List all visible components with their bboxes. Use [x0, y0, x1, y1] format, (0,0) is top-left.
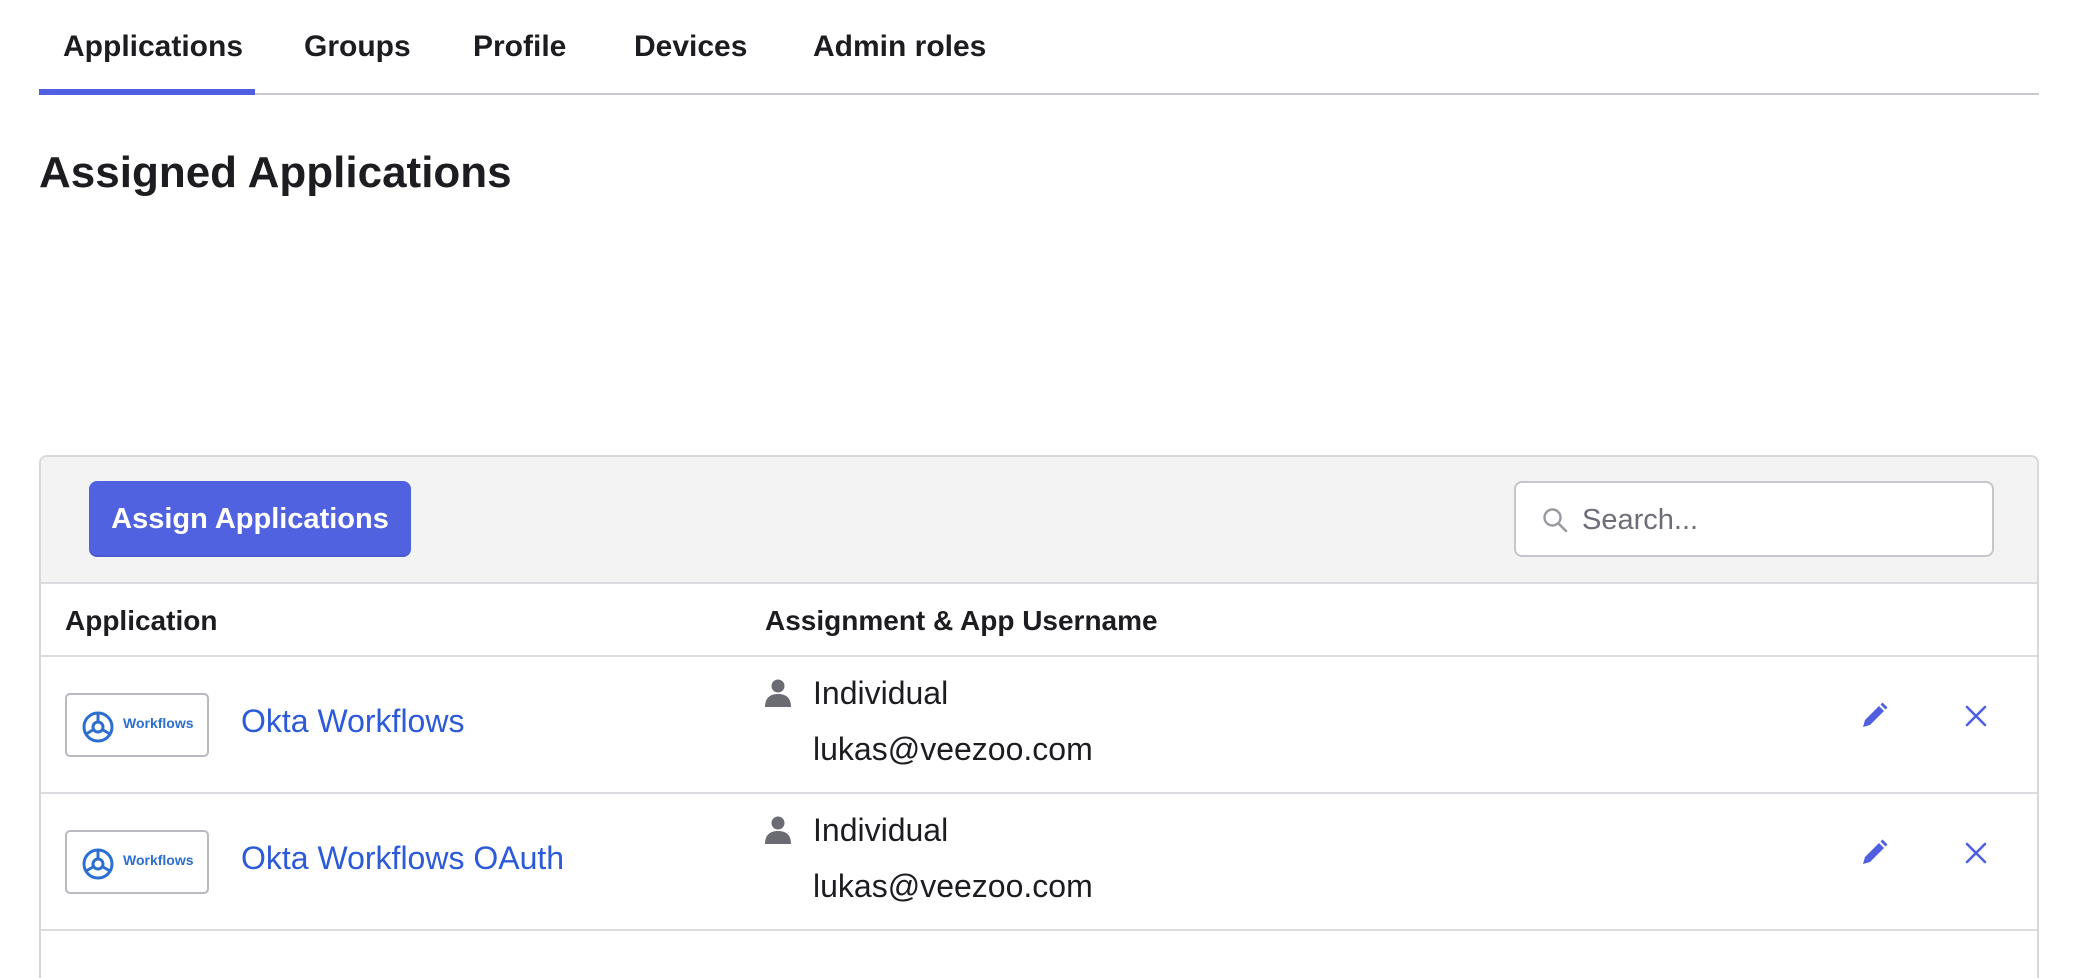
page-title: Assigned Applications: [39, 148, 512, 197]
pencil-icon[interactable]: [1859, 838, 1889, 868]
panel-toolbar: Assign Applications: [41, 457, 2037, 584]
active-tab-indicator: [39, 89, 255, 95]
workflows-logo-icon: [82, 848, 114, 880]
workflows-logo-icon: [82, 711, 114, 743]
column-header-assignment: Assignment & App Username: [765, 605, 1158, 636]
person-icon: [765, 679, 791, 707]
tab-bar: Applications Groups Profile Devices Admi…: [39, 0, 2039, 95]
tab-devices[interactable]: Devices: [634, 30, 747, 64]
app-logo-text: Workflows: [123, 852, 194, 868]
assignment-type: Individual: [813, 812, 949, 848]
table-row: Workflows Okta Workflows Individual luka…: [41, 657, 2037, 794]
app-logo: Workflows: [65, 693, 209, 757]
tab-profile[interactable]: Profile: [473, 30, 566, 64]
assign-applications-button[interactable]: Assign Applications: [89, 481, 411, 557]
app-username: lukas@veezoo.com: [813, 868, 1093, 904]
close-icon[interactable]: [1965, 705, 1987, 727]
assignment-type: Individual: [813, 675, 949, 711]
search-icon: [1543, 508, 1568, 533]
page: Applications Groups Profile Devices Admi…: [0, 0, 2084, 978]
column-header-application: Application: [65, 605, 218, 636]
app-logo: Workflows: [65, 830, 209, 894]
assigned-applications-panel: Assign Applications Application Assignme…: [39, 455, 2039, 978]
app-name-link[interactable]: Okta Workflows OAuth: [241, 840, 564, 877]
table-row: Workflows Okta Workflows OAuth Individua…: [41, 794, 2037, 931]
tab-groups[interactable]: Groups: [304, 30, 411, 64]
search-input[interactable]: [1580, 493, 1974, 547]
person-icon: [765, 816, 791, 844]
tab-admin-roles[interactable]: Admin roles: [813, 30, 986, 64]
app-username: lukas@veezoo.com: [813, 731, 1093, 767]
pencil-icon[interactable]: [1859, 701, 1889, 731]
app-logo-text: Workflows: [123, 715, 194, 731]
close-icon[interactable]: [1965, 842, 1987, 864]
search-box[interactable]: [1514, 481, 1994, 557]
tab-applications[interactable]: Applications: [63, 30, 243, 64]
app-name-link[interactable]: Okta Workflows: [241, 703, 464, 740]
